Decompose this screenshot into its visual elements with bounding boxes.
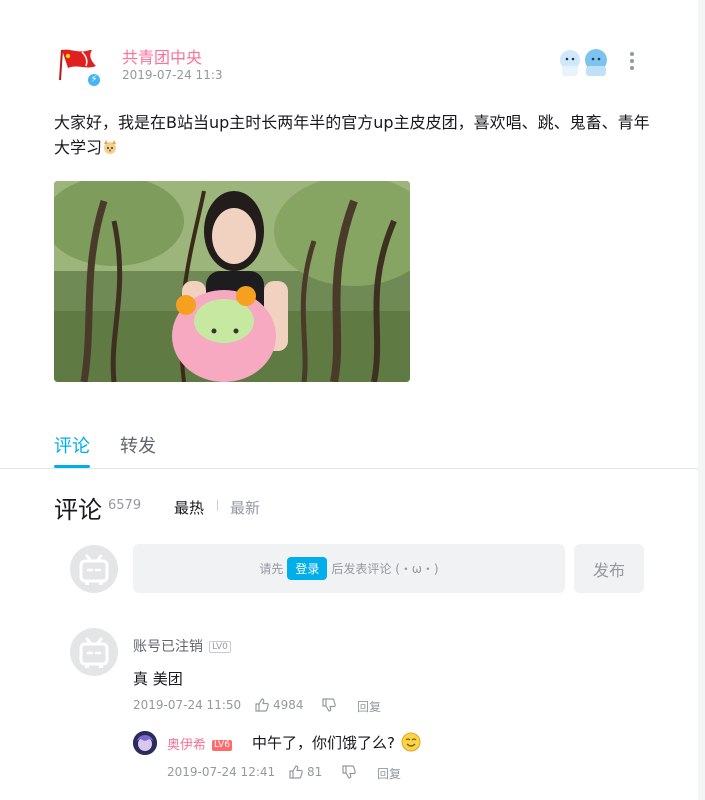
dynamic-card: ⚡ 共青团中央 2019-07-24 11:38 大家好，我是在B站当up主时长…	[0, 0, 699, 800]
tab-reposts[interactable]: 转发	[120, 432, 156, 458]
subreply-name[interactable]: 奥伊希 LV6	[167, 734, 232, 753]
tab-comments[interactable]: 评论	[54, 432, 90, 458]
subreply-text-content: 中午了，你们饿了么?	[252, 734, 395, 752]
comment-text: 真 美团	[133, 670, 183, 688]
post-image[interactable]	[54, 181, 410, 382]
my-avatar	[70, 545, 118, 593]
page-background-edge	[698, 0, 705, 800]
subreply-like-count: 81	[307, 765, 323, 779]
post-content: 大家好，我是在B站当up主时长两年半的官方up主皮皮团，喜欢唱、跳、鬼畜、青年大…	[54, 110, 654, 160]
subreply-time: 2019-07-24 12:41	[167, 765, 276, 779]
like-count: 4984	[273, 698, 304, 712]
thumb-down-icon	[342, 765, 356, 779]
comments-count: 6579	[108, 498, 142, 513]
reply-button[interactable]: 回复	[357, 698, 381, 715]
smile-emoji-icon	[401, 732, 421, 752]
commenter-avatar[interactable]	[70, 628, 118, 676]
anime-avatar-icon	[133, 731, 157, 755]
subreply-dislike-button[interactable]	[342, 765, 360, 779]
hint-suffix: 后发表评论 (・ω・)	[331, 562, 439, 576]
verified-badge-icon: ⚡	[86, 72, 102, 88]
thumb-down-icon	[322, 698, 336, 712]
publish-button[interactable]: 发布	[574, 544, 644, 593]
divider	[0, 468, 698, 469]
more-options-icon[interactable]	[624, 50, 640, 76]
bilibili-tv-icon	[79, 554, 109, 585]
sort-new-button[interactable]: 最新	[230, 497, 260, 518]
commenter-name-text: 账号已注销	[133, 639, 203, 655]
subreply-like-button[interactable]: 81	[289, 765, 322, 779]
commenter-name[interactable]: 账号已注销 LV0	[133, 636, 231, 656]
post-text: 大家好，我是在B站当up主时长两年半的官方up主皮皮团，喜欢唱、跳、鬼畜、青年大…	[54, 113, 650, 157]
like-button[interactable]: 4984	[255, 698, 304, 712]
thumb-up-icon	[255, 698, 269, 712]
thumb-up-icon	[289, 765, 303, 779]
login-button[interactable]: 登录	[287, 557, 328, 580]
post-image-illustration	[54, 181, 410, 382]
subreply-avatar[interactable]	[133, 731, 157, 755]
level-badge: LV0	[209, 641, 231, 653]
level-badge: LV6	[212, 740, 232, 751]
sort-hot-button[interactable]: 最热	[174, 497, 204, 518]
comment-time: 2019-07-24 11:50	[133, 698, 242, 712]
subreply-reply-button[interactable]: 回复	[377, 765, 401, 782]
decoration-pendant-icon	[560, 49, 607, 76]
author-name[interactable]: 共青团中央	[122, 44, 202, 68]
comment-input-hint: 请先 登录 后发表评论 (・ω・)	[133, 544, 565, 593]
dislike-button[interactable]	[322, 698, 340, 712]
dog-emoji-icon	[104, 140, 117, 154]
comments-title: 评论	[54, 496, 102, 524]
post-time: 2019-07-24 11:38	[122, 68, 222, 82]
hint-prefix: 请先	[259, 562, 284, 576]
subreply-name-text: 奥伊希	[167, 738, 207, 753]
sort-separator	[217, 500, 218, 511]
bilibili-tv-icon	[79, 637, 109, 668]
comment-input[interactable]: 请先 登录 后发表评论 (・ω・)	[133, 544, 565, 593]
subreply-text: 中午了，你们饿了么?	[252, 732, 421, 753]
